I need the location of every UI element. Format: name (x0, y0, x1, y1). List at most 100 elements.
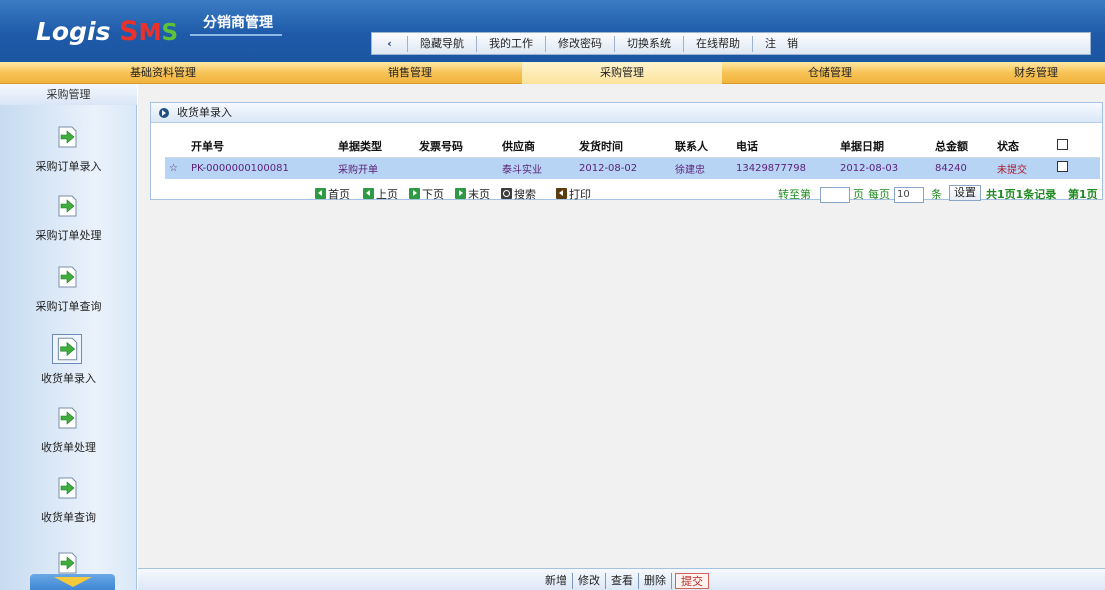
cell-select[interactable] (1053, 157, 1100, 179)
goto-label: 转至第 (778, 188, 811, 201)
cell-invoice (415, 157, 498, 179)
arrow-right-doc-icon (54, 405, 80, 431)
star-icon: ☆ (165, 157, 187, 179)
logo-g: S (161, 20, 179, 46)
header-contact[interactable]: 联系人 (671, 135, 732, 158)
sidebar-scroll-down-button[interactable] (30, 574, 115, 590)
logo-m: M (138, 20, 162, 46)
per-page-field[interactable]: 10 (894, 187, 924, 203)
pager-summary: 共1页1条记录 (986, 188, 1057, 201)
per-page-label: 每页 (868, 188, 890, 201)
pagination-bar: 首页 上页 下页 末页 搜索 打印 转至第 页 每页 10 条 设置 共1页1条… (165, 185, 1100, 203)
pager-print[interactable]: 打印 (556, 187, 591, 203)
header-ship-time[interactable]: 发货时间 (575, 135, 671, 158)
header-phone[interactable]: 电话 (732, 135, 836, 158)
per-page-unit: 条 (931, 188, 942, 201)
pager-last-label: 末页 (468, 188, 490, 201)
select-all-checkbox[interactable] (1057, 138, 1068, 150)
cell-ship-time: 2012-08-02 (575, 157, 671, 179)
sidebar-item-label: 收货单录入 (41, 372, 96, 385)
logo: Logis SMS (36, 16, 178, 47)
arrow-right-doc-icon (54, 193, 80, 219)
view-button[interactable]: 查看 (606, 573, 639, 589)
nav-change-password[interactable]: 修改密码 (545, 35, 614, 52)
cell-amount: 84240 (931, 157, 993, 179)
nav-my-work[interactable]: 我的工作 (476, 35, 545, 52)
last-page-icon (455, 188, 466, 199)
print-icon (556, 188, 567, 199)
arrow-right-doc-icon (54, 475, 80, 501)
app-subtitle: 分销商管理 (203, 15, 273, 31)
header-supplier[interactable]: 供应商 (498, 135, 575, 158)
header-invoice[interactable]: 发票号码 (415, 135, 498, 158)
header-amount[interactable]: 总金额 (931, 135, 993, 158)
cell-type: 采购开单 (334, 157, 415, 179)
menu-warehouse[interactable]: 仓储管理 (800, 62, 860, 84)
pager-prev[interactable]: 上页 (363, 187, 398, 203)
menu-basic-data[interactable]: 基础资料管理 (130, 62, 200, 84)
panel-title: 收货单录入 (177, 106, 232, 119)
sidebar-item-label: 采购订单录入 (35, 160, 102, 173)
pager-prev-label: 上页 (376, 188, 398, 201)
header-type[interactable]: 单据类型 (334, 135, 415, 158)
pager-search[interactable]: 搜索 (501, 187, 536, 203)
goto-page-input[interactable] (820, 187, 850, 203)
nav-switch-system[interactable]: 切换系统 (614, 35, 683, 52)
panel-header: 收货单录入 (151, 103, 1102, 123)
menu-finance[interactable]: 财务管理 (1006, 62, 1066, 84)
edit-button[interactable]: 修改 (573, 573, 606, 589)
header-order-no[interactable]: 开单号 (187, 135, 334, 158)
next-page-icon (409, 188, 420, 199)
arrow-right-doc-icon (54, 550, 80, 576)
table-row[interactable]: ☆ PK-0000000100081 采购开单 泰斗实业 2012-08-02 … (165, 157, 1100, 179)
sidebar: 采购管理 采购订单录入 采购订单处理 采购订单查询 收货单录入 收货单处理 收货… (0, 84, 137, 590)
sidebar-item-label: 收货单处理 (41, 441, 96, 454)
first-page-icon (315, 188, 326, 199)
sidebar-item-receipt-entry[interactable]: 收货单录入 (0, 334, 137, 406)
table-header-row: 开单号 单据类型 发票号码 供应商 发货时间 联系人 电话 单据日期 总金额 状… (165, 135, 1100, 158)
pager-next-label: 下页 (422, 188, 444, 201)
sidebar-item-label: 收货单查询 (41, 511, 96, 524)
delete-button[interactable]: 删除 (639, 573, 672, 589)
panel-bullet-icon (159, 108, 169, 118)
top-nav: ‹ 隐藏导航 我的工作 修改密码 切换系统 在线帮助 注 销 (371, 32, 1091, 55)
chevron-down-icon (54, 577, 92, 587)
nav-online-help[interactable]: 在线帮助 (683, 35, 752, 52)
receipt-table: 开单号 单据类型 发票号码 供应商 发货时间 联系人 电话 单据日期 总金额 状… (165, 135, 1100, 179)
sidebar-item-purchase-order-query[interactable]: 采购订单查询 (0, 264, 137, 334)
menu-purchase[interactable]: 采购管理 (522, 62, 722, 84)
main-content: 收货单录入 开单号 单据类型 发票号码 供应商 发货时间 联系人 电话 单据日期… (138, 84, 1105, 568)
arrow-right-doc-icon (52, 334, 82, 364)
per-page-input[interactable]: 10 (894, 187, 924, 203)
sidebar-item-label: 采购订单查询 (35, 300, 102, 313)
cell-status: 未提交 (993, 157, 1053, 179)
set-button[interactable]: 设置 (949, 185, 981, 201)
cell-order-no[interactable]: PK-0000000100081 (187, 157, 334, 179)
submit-button[interactable]: 提交 (675, 573, 709, 589)
nav-logout[interactable]: 注 销 (752, 35, 810, 52)
row-checkbox[interactable] (1057, 161, 1068, 173)
menu-sales[interactable]: 销售管理 (380, 62, 440, 84)
logo-divider (190, 34, 282, 36)
sidebar-item-purchase-order-process[interactable]: 采购订单处理 (0, 193, 137, 263)
nav-hide-navigation[interactable]: 隐藏导航 (407, 35, 476, 52)
pager-search-label: 搜索 (514, 188, 536, 201)
pager-first[interactable]: 首页 (315, 187, 350, 203)
sidebar-item-more[interactable] (0, 550, 137, 574)
set-button-label: 设置 (949, 185, 981, 201)
sidebar-item-purchase-order-entry[interactable]: 采购订单录入 (0, 124, 137, 194)
header-select-all[interactable] (1053, 135, 1100, 158)
goto-page-field[interactable] (820, 187, 850, 203)
header-status[interactable]: 状态 (993, 135, 1053, 158)
header: Logis SMS 分销商管理 ‹ 隐藏导航 我的工作 修改密码 切换系统 在线… (0, 0, 1105, 62)
add-button[interactable]: 新增 (540, 573, 573, 589)
header-date[interactable]: 单据日期 (836, 135, 931, 158)
sidebar-item-label: 采购订单处理 (35, 229, 102, 242)
back-arrow-icon[interactable]: ‹ (372, 37, 407, 50)
page-unit: 页 (853, 188, 864, 201)
sidebar-item-receipt-query[interactable]: 收货单查询 (0, 475, 137, 545)
arrow-right-doc-icon (54, 264, 80, 290)
pager-last[interactable]: 末页 (455, 187, 490, 203)
sidebar-item-receipt-process[interactable]: 收货单处理 (0, 405, 137, 475)
pager-next[interactable]: 下页 (409, 187, 444, 203)
